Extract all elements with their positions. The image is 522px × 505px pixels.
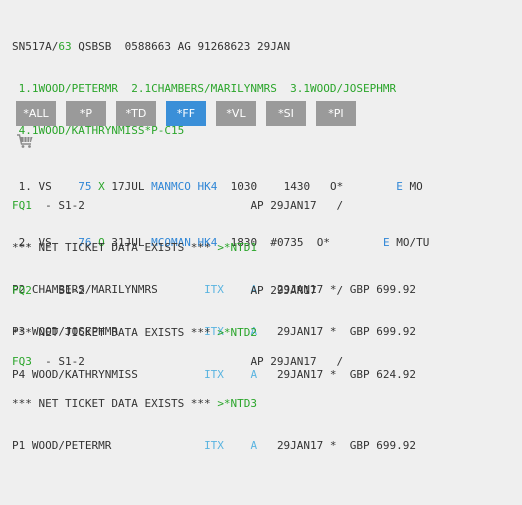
- pnr-header-line: SN517A/63 QSBSB 0588663 AG 91268623 29JA…: [12, 40, 429, 54]
- pnr-header-rest: QSBSB 0588663 AG 91268623 29JAN: [71, 40, 291, 53]
- fare-quote-id[interactable]: FQ1: [12, 199, 32, 212]
- fare-quote-segments: - S1-2: [31, 284, 85, 297]
- si-button[interactable]: *SI: [266, 101, 306, 126]
- net-ticket-notice: *** NET TICKET DATA EXISTS *** >*NTD3: [12, 397, 258, 410]
- p-button[interactable]: *P: [66, 101, 106, 126]
- fare-amount: GBP 699.92: [349, 439, 417, 452]
- command-toolbar: *ALL *P *TD *FF *VL *SI *PI: [16, 101, 366, 126]
- fare-basis: ITX: [204, 439, 224, 452]
- shopping-cart-icon[interactable]: [16, 133, 34, 149]
- net-ticket-link[interactable]: >*NTD3: [217, 397, 257, 410]
- vl-button[interactable]: *VL: [216, 101, 256, 126]
- fare-quote-id[interactable]: FQ2: [12, 284, 32, 297]
- fare-quote-segments: - S1-2: [31, 199, 85, 212]
- fare-quote-block: FQ3 - S1-2 AP 29JAN17 / *** NET TICKET D…: [12, 327, 416, 467]
- passenger-names-line-1: 1.1WOOD/PETERMR 2.1CHAMBERS/MARILYNMRS 3…: [12, 82, 397, 95]
- pi-button[interactable]: *PI: [316, 101, 356, 126]
- all-button[interactable]: *ALL: [16, 101, 56, 126]
- fare-quote-segments: - S1-2: [31, 355, 85, 368]
- fare-date: 29JAN17 *: [276, 439, 337, 452]
- fare-quote-ap: AP 29JAN17 /: [250, 284, 344, 297]
- ff-button[interactable]: *FF: [166, 101, 206, 126]
- net-ticket-link[interactable]: >*NTD1: [217, 241, 257, 254]
- fare-quote-header: FQ1 - S1-2 AP 29JAN17 /: [12, 199, 416, 213]
- fare-quote-ap: AP 29JAN17 /: [250, 199, 344, 212]
- pnr-agent-code: 63: [58, 40, 72, 53]
- td-button[interactable]: *TD: [116, 101, 156, 126]
- pnr-record-locator: SN517A/: [12, 40, 59, 53]
- fare-quote-id[interactable]: FQ3: [12, 355, 32, 368]
- passenger-names-line-2: 4.1WOOD/KATHRYNMISS*P-C15: [12, 124, 185, 137]
- fare-quote-header: FQ3 - S1-2 AP 29JAN17 /: [12, 355, 416, 369]
- fare-quote-header: FQ2 - S1-2 AP 29JAN17 /: [12, 284, 416, 298]
- fare-quote-ap: AP 29JAN17 /: [250, 355, 344, 368]
- fare-passenger: P1 WOOD/PETERMR: [12, 439, 205, 452]
- net-ticket-notice: *** NET TICKET DATA EXISTS *** >*NTD1: [12, 241, 258, 254]
- fare-row: P1 WOOD/PETERMR ITX A 29JAN17 * GBP 699.…: [12, 439, 416, 453]
